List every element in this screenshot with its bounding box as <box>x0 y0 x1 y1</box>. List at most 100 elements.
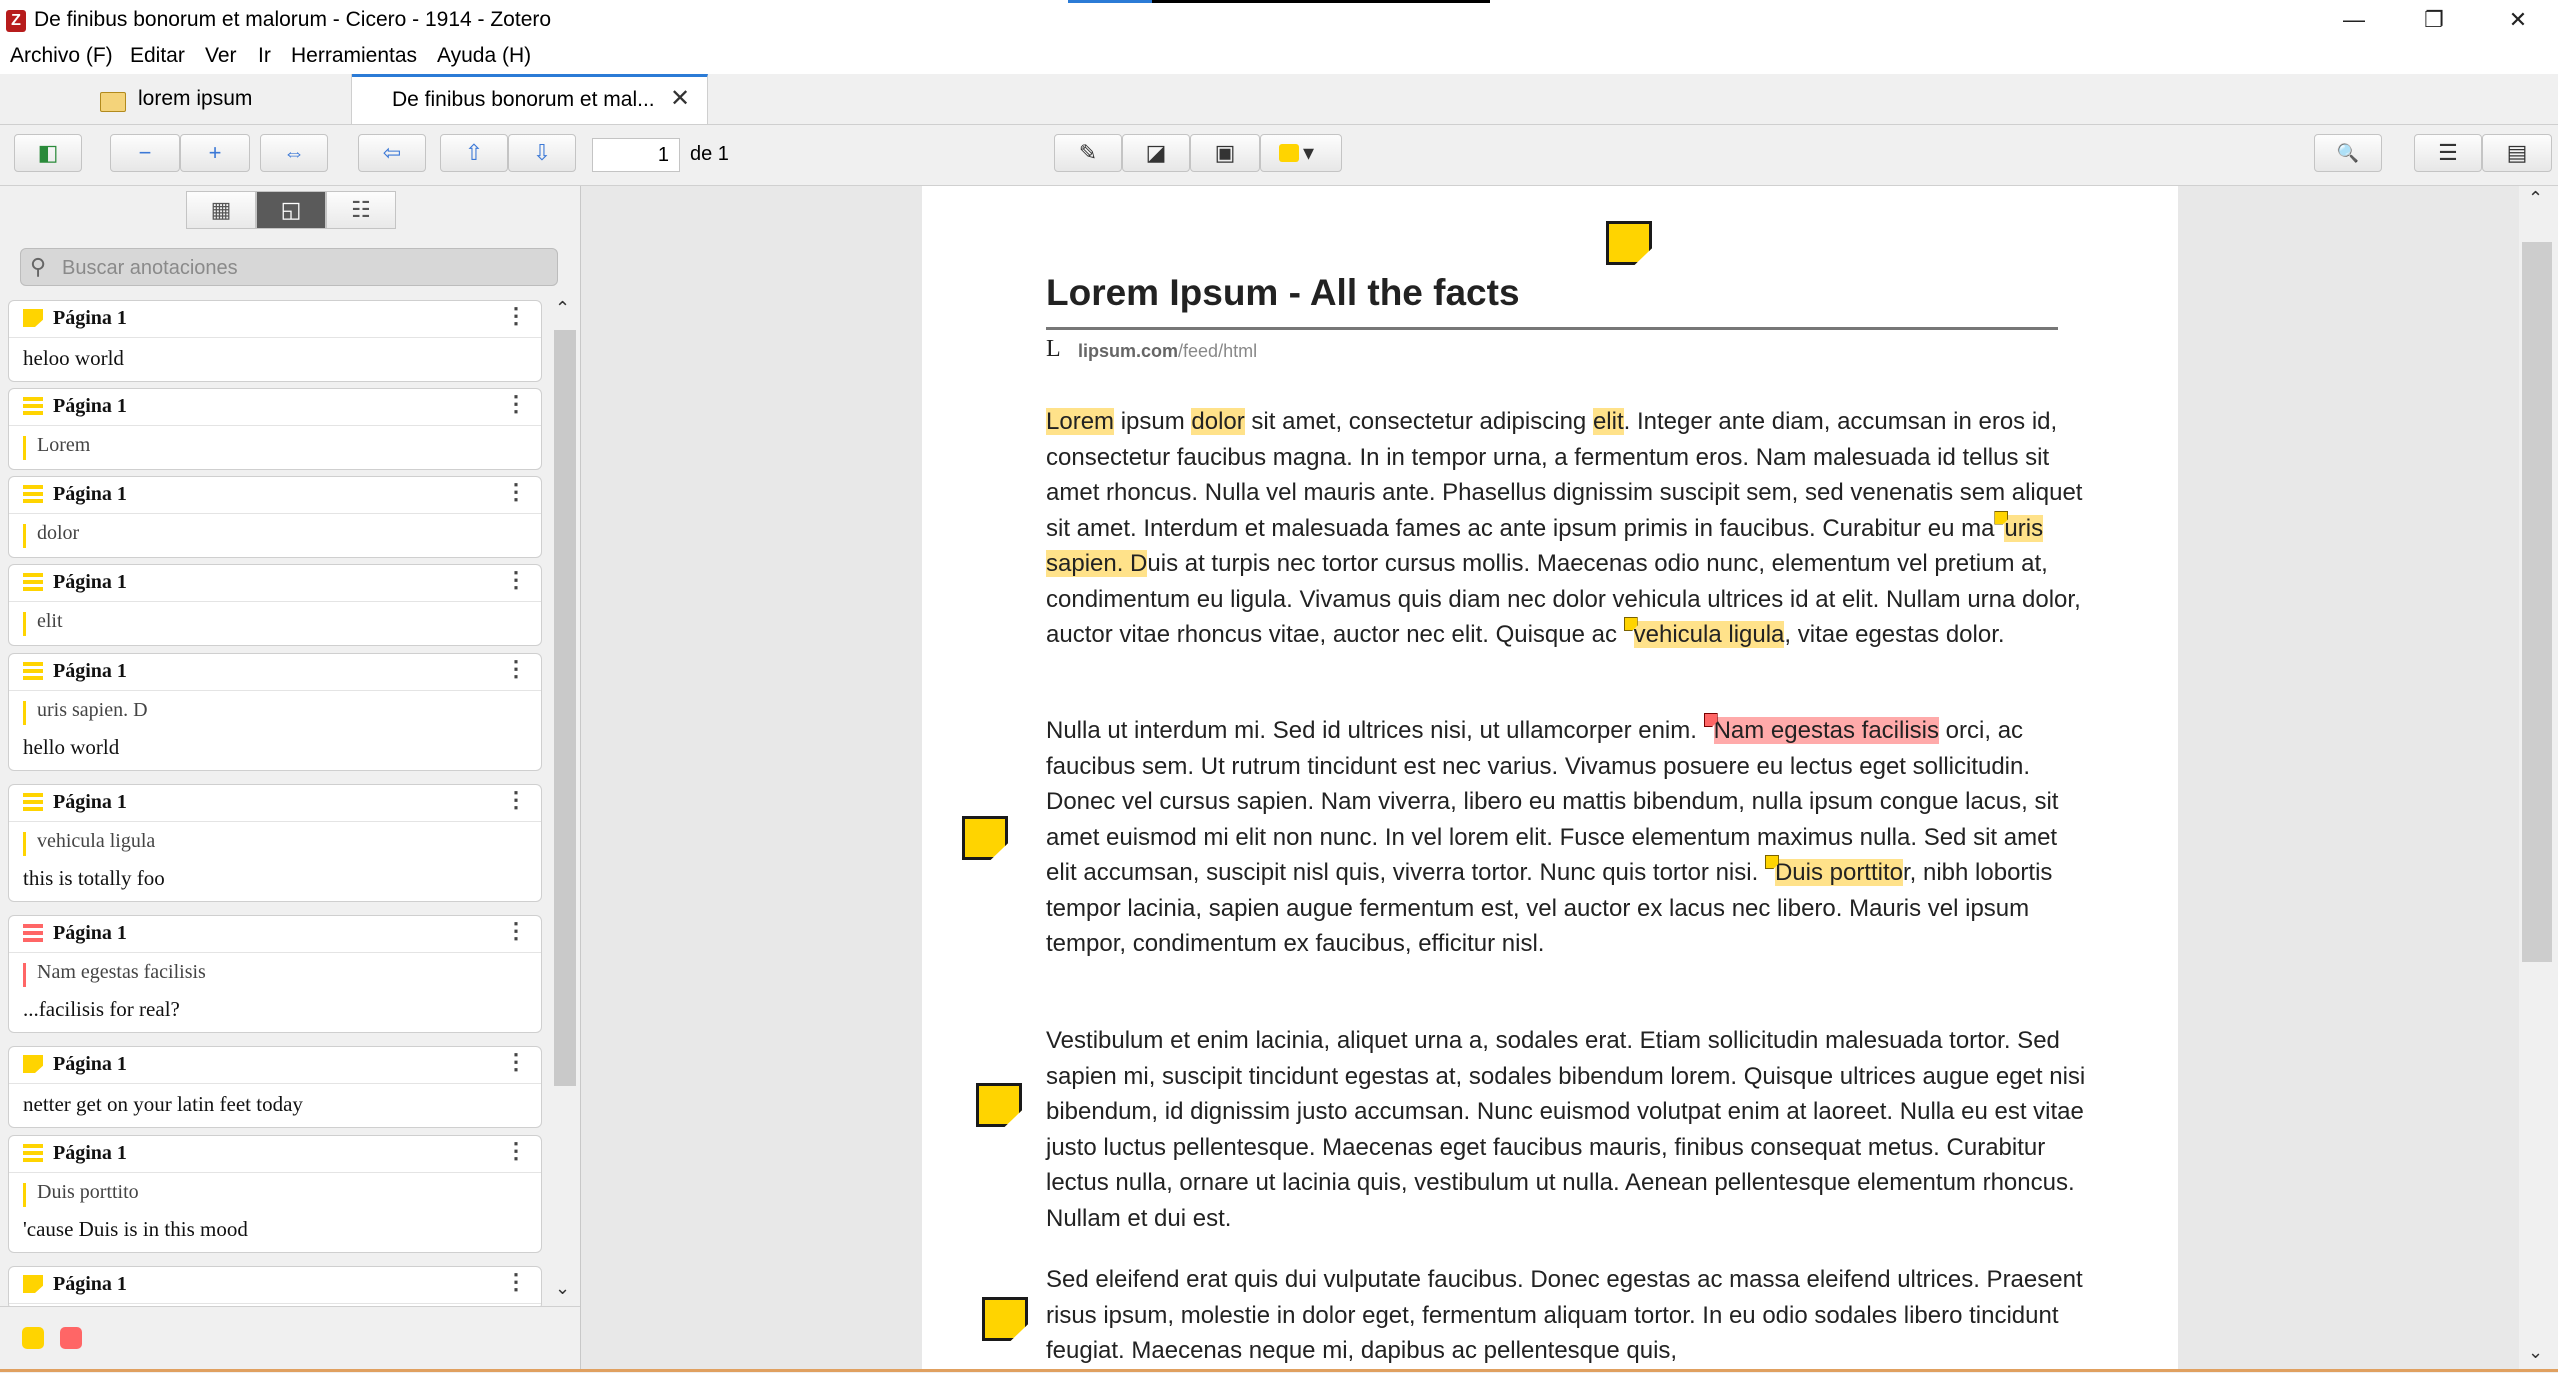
more-options-icon[interactable]: ⋮ <box>505 1138 527 1164</box>
annotation-comment[interactable]: ...facilisis for real? <box>23 997 541 1025</box>
outline-toggle-button[interactable]: ☰ <box>2414 134 2482 172</box>
note-annotation-icon <box>23 309 43 327</box>
highlight-color-bar <box>23 612 26 636</box>
notes-pane-button[interactable]: ▤ <box>2482 134 2552 172</box>
previous-page-button[interactable]: ⇧ <box>440 134 508 172</box>
menu-ayuda[interactable]: Ayuda (H) <box>437 44 531 68</box>
annotation-page-label: Página 1 <box>53 660 127 682</box>
more-options-icon[interactable]: ⋮ <box>505 479 527 505</box>
annotation-card[interactable]: Página 1 ⋮ vehicula ligula this is totally … <box>8 784 542 902</box>
more-options-icon[interactable]: ⋮ <box>505 656 527 682</box>
sidebar-scroll-up-arrow[interactable]: ⌃ <box>555 298 570 319</box>
paragraph-text: sit amet, consectetur adipiscing <box>1244 408 1593 435</box>
highlight-dolor[interactable]: dolor <box>1191 408 1245 435</box>
sidebar-footer <box>0 1306 580 1373</box>
annotation-highlight-text: dolor <box>23 522 541 550</box>
menu-ver[interactable]: Ver <box>205 44 237 68</box>
menu-ir[interactable]: Ir <box>258 44 271 68</box>
annotation-card[interactable]: Página 1 ⋮ uris sapien. D hello world <box>8 653 542 771</box>
menu-herramientas[interactable]: Herramientas <box>291 44 417 68</box>
paragraph-4: Sed eleifend erat quis dui vulputate fau… <box>1046 1266 2083 1364</box>
annotation-quote: Duis porttito <box>37 1181 139 1203</box>
restore-button[interactable]: ❐ <box>2394 0 2474 40</box>
annotation-page-label: Página 1 <box>53 1142 127 1164</box>
zoom-in-button[interactable]: + <box>180 134 250 172</box>
annotation-comment[interactable]: hello world <box>23 735 541 763</box>
highlight-vehicula-ligula[interactable]: vehicula ligula <box>1633 621 1785 648</box>
highlight-annotation-icon <box>23 573 43 591</box>
annotations-view-button[interactable]: ◱ <box>256 191 326 229</box>
annotation-comment[interactable]: this is totally foo <box>23 866 541 894</box>
zoom-out-button[interactable]: − <box>110 134 180 172</box>
highlight-annotation-icon <box>23 924 43 942</box>
more-options-icon[interactable]: ⋮ <box>505 303 527 329</box>
annotation-search-input[interactable] <box>60 251 544 285</box>
annotation-comment[interactable]: netter get on your latin feet today <box>23 1092 541 1120</box>
annotation-card[interactable]: Página 1 ⋮ <box>8 1266 542 1310</box>
close-window-button[interactable]: ✕ <box>2478 0 2558 40</box>
annotation-card[interactable]: Página 1 ⋮ heloo world <box>8 300 542 382</box>
annotation-card[interactable]: Página 1 ⋮ Duis porttito 'cause Duis is in … <box>8 1135 542 1253</box>
tab-close-icon[interactable]: ✕ <box>670 84 690 113</box>
page-number-input[interactable]: 1 <box>592 138 680 172</box>
annotation-card[interactable]: Página 1 ⋮ elit <box>8 564 542 646</box>
document-scroll-thumb[interactable] <box>2522 242 2552 962</box>
toggle-sidebar-button[interactable]: ◧ <box>14 134 82 172</box>
window-title: De finibus bonorum et malorum - Cicero -… <box>34 8 552 31</box>
annotation-card[interactable]: Página 1 ⋮ dolor <box>8 476 542 558</box>
more-options-icon[interactable]: ⋮ <box>505 391 527 417</box>
source-url: lipsum.com/feed/html <box>1078 341 1257 362</box>
menu-editar[interactable]: Editar <box>130 44 185 68</box>
sidebar-scroll-thumb[interactable] <box>554 330 576 1086</box>
more-options-icon[interactable]: ⋮ <box>505 1269 527 1295</box>
note-tool-button[interactable]: ◪ <box>1122 134 1190 172</box>
filter-red-swatch[interactable] <box>60 1327 82 1349</box>
color-picker-button[interactable]: ▾ <box>1260 134 1342 172</box>
search-icon: ⚲ <box>30 254 47 279</box>
selected-color-swatch <box>1279 144 1299 162</box>
annotation-card-header: Página 1 ⋮ <box>9 389 541 426</box>
highlight-tool-button[interactable]: ✎ <box>1054 134 1122 172</box>
highlight-nam-egestas[interactable]: Nam egestas facilisis <box>1713 717 1940 744</box>
annotation-card[interactable]: Página 1 ⋮ Lorem <box>8 388 542 470</box>
minimize-button[interactable]: — <box>2314 0 2394 40</box>
annotation-card[interactable]: Página 1 ⋮ Nam egestas facilisis ...facilis… <box>8 915 542 1033</box>
outline-view-button[interactable]: ☷ <box>326 191 396 229</box>
menu-archivo[interactable]: Archivo (F) <box>10 44 113 68</box>
more-options-icon[interactable]: ⋮ <box>505 918 527 944</box>
thumbnails-view-button[interactable]: ▦ <box>186 191 256 229</box>
document-scroll-up-arrow[interactable]: ⌃ <box>2528 188 2543 209</box>
annotation-comment[interactable]: heloo world <box>23 346 541 374</box>
annotation-card-header: Página 1 ⋮ <box>9 916 541 953</box>
highlight-elit[interactable]: elit <box>1592 408 1624 435</box>
paragraph-3: Vestibulum et enim lacinia, aliquet urna… <box>1046 1027 2086 1232</box>
annotation-comment[interactable]: 'cause Duis is in this mood <box>23 1217 541 1245</box>
find-button[interactable]: 🔍 <box>2314 134 2382 172</box>
fit-width-button[interactable]: ⇔ <box>260 134 328 172</box>
highlight-lorem[interactable]: Lorem <box>1046 408 1115 435</box>
annotation-highlight-text: Lorem <box>23 434 541 462</box>
next-page-button[interactable]: ⇩ <box>508 134 576 172</box>
more-options-icon[interactable]: ⋮ <box>505 567 527 593</box>
sidebar-scroll-down-arrow[interactable]: ⌄ <box>555 1278 570 1299</box>
annotation-page-label: Página 1 <box>53 395 127 417</box>
annotation-card-header: Página 1 ⋮ <box>9 785 541 822</box>
annotation-page-label: Página 1 <box>53 307 127 329</box>
page-count-label: de 1 <box>690 143 729 165</box>
highlight-annotation-icon <box>23 662 43 680</box>
annotation-page-label: Página 1 <box>53 483 127 505</box>
paragraph-1: Lorem ipsum dolor sit amet, consectetur … <box>1046 404 2086 653</box>
highlight-duis-porttito[interactable]: Duis porttito <box>1774 859 1903 886</box>
annotation-card[interactable]: Página 1 ⋮ netter get on your latin feet t… <box>8 1046 542 1128</box>
tab-reader[interactable]: De finibus bonorum et mal... <box>352 74 708 124</box>
area-tool-button[interactable]: ▣ <box>1190 134 1260 172</box>
filter-yellow-swatch[interactable] <box>22 1327 44 1349</box>
tab-library[interactable]: lorem ipsum <box>0 74 352 124</box>
document-scroll-down-arrow[interactable]: ⌄ <box>2528 1342 2543 1363</box>
more-options-icon[interactable]: ⋮ <box>505 1049 527 1075</box>
more-options-icon[interactable]: ⋮ <box>505 787 527 813</box>
annotation-page-label: Página 1 <box>53 571 127 593</box>
annotation-card-header: Página 1 ⋮ <box>9 301 541 338</box>
back-button[interactable]: ⇦ <box>358 134 426 172</box>
annotation-quote: uris sapien. D <box>37 699 148 721</box>
